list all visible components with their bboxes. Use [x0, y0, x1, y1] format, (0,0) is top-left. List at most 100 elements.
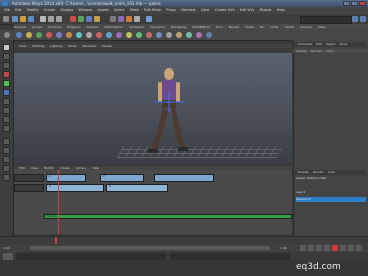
tab-nhair[interactable]: nHair	[271, 25, 279, 29]
trax-playhead[interactable]	[58, 170, 59, 234]
soft-mod-icon[interactable]	[3, 107, 10, 114]
shelf-key-icon[interactable]	[76, 32, 82, 38]
help-menu[interactable]: Help	[319, 176, 326, 180]
menu-window[interactable]: Window	[78, 8, 92, 12]
options-menu[interactable]: Options	[307, 176, 319, 180]
end-time-field[interactable]: 1.00	[280, 246, 287, 250]
tab-dynamics[interactable]: Dynamics	[150, 25, 165, 29]
tab-curves[interactable]: Curves	[32, 25, 42, 29]
select-tool-icon[interactable]	[3, 44, 10, 51]
show-menu[interactable]: Show	[339, 42, 347, 46]
attribute-editor-toggle-icon[interactable]	[352, 16, 358, 22]
rewind-icon[interactable]	[300, 245, 306, 251]
menu-color[interactable]: Color	[201, 8, 210, 12]
mode-dropdown-icon[interactable]	[3, 16, 9, 22]
save-scene-icon[interactable]	[28, 16, 34, 22]
preferences-icon[interactable]	[356, 245, 362, 251]
tab-muscle[interactable]: Muscle	[229, 25, 239, 29]
shelf-cylinder-icon[interactable]	[36, 32, 42, 38]
tab-anim[interactable]: Anim	[326, 49, 334, 53]
single-perspective-layout-icon[interactable]	[3, 138, 10, 145]
command-input[interactable]	[16, 253, 166, 260]
minimize-button[interactable]	[343, 1, 350, 6]
snap-curve-icon[interactable]	[78, 16, 84, 22]
shelf-menu-icon[interactable]	[4, 32, 10, 38]
tab-animation[interactable]: Animation	[129, 25, 144, 29]
four-view-layout-icon[interactable]	[3, 147, 10, 154]
render-icon[interactable]	[118, 16, 124, 22]
new-scene-icon[interactable]	[12, 16, 18, 22]
shelf-dope-icon[interactable]	[176, 32, 182, 38]
tab-rendering[interactable]: Rendering	[171, 25, 186, 29]
shelf-script-icon[interactable]	[206, 32, 212, 38]
trax-clip[interactable]	[154, 174, 214, 182]
tab-fur[interactable]: Fur	[260, 25, 265, 29]
layer-item-selected[interactable]: BaseAnim	[296, 197, 366, 202]
tab-render[interactable]: Render	[311, 49, 322, 53]
shelf-plane-icon[interactable]	[56, 32, 62, 38]
last-tool-icon[interactable]	[3, 125, 10, 132]
menu-create-uvs[interactable]: Create UVs	[215, 8, 235, 12]
perspective-viewport[interactable]	[14, 44, 292, 164]
shelf-skin-icon[interactable]	[106, 32, 112, 38]
layers-menu[interactable]: Layers	[296, 176, 306, 180]
menu-display[interactable]: Display	[60, 8, 73, 12]
history-icon[interactable]	[110, 16, 116, 22]
snap-point-icon[interactable]	[86, 16, 92, 22]
menu-edit[interactable]: Edit	[15, 8, 22, 12]
render-settings-icon[interactable]	[134, 16, 140, 22]
persp-graph-layout-icon[interactable]	[3, 165, 10, 172]
trax-clip[interactable]: 1	[46, 184, 104, 192]
shelf-blend-icon[interactable]	[116, 32, 122, 38]
shelf-joint-icon[interactable]	[86, 32, 92, 38]
tab-painteffects[interactable]: PaintEffects	[192, 25, 210, 29]
shelf-cone-icon[interactable]	[46, 32, 52, 38]
persp-outliner-layout-icon[interactable]	[3, 156, 10, 163]
tab-polygons[interactable]: Polygons	[67, 25, 80, 29]
open-scene-icon[interactable]	[20, 16, 26, 22]
shelf-light-icon[interactable]	[126, 32, 132, 38]
menu-help[interactable]: Help	[277, 8, 285, 12]
ipr-render-icon[interactable]	[126, 16, 132, 22]
layer-tab-render[interactable]: Render	[313, 170, 324, 174]
shelf-camera-icon[interactable]	[136, 32, 142, 38]
trax-clip[interactable]: 2	[106, 184, 168, 192]
auto-key-icon[interactable]	[332, 245, 338, 251]
tab-xgen[interactable]: XGen	[318, 25, 326, 29]
object-menu[interactable]: Object	[326, 42, 336, 46]
menu-modify[interactable]: Modify	[27, 8, 39, 12]
universal-manipulator-icon[interactable]	[3, 98, 10, 105]
shelf-ik-icon[interactable]	[96, 32, 102, 38]
channels-menu[interactable]: Channels	[298, 42, 312, 46]
channel-box-toggle-icon[interactable]	[360, 16, 366, 22]
step-forward-icon[interactable]	[340, 245, 346, 251]
select-component-icon[interactable]	[56, 16, 62, 22]
close-button[interactable]	[359, 1, 366, 6]
show-manipulator-icon[interactable]	[3, 116, 10, 123]
menu-edit-mesh[interactable]: Edit Mesh	[144, 8, 161, 12]
shelf-sphere-icon[interactable]	[16, 32, 22, 38]
menu-muscle[interactable]: Muscle	[259, 8, 271, 12]
trax-clip[interactable]: 2	[100, 174, 144, 182]
input-line-icon[interactable]	[146, 16, 152, 22]
range-bar[interactable]	[30, 246, 270, 250]
scale-tool-icon[interactable]	[3, 89, 10, 96]
menu-file[interactable]: File	[4, 8, 10, 12]
trax-editor[interactable]: 1 2 1 2 Sound	[14, 170, 292, 234]
play-forward-icon[interactable]	[324, 245, 330, 251]
select-object-icon[interactable]	[48, 16, 54, 22]
menu-normals[interactable]: Normals	[181, 8, 196, 12]
start-time-field[interactable]: 1.00	[3, 246, 10, 250]
sound-clip[interactable]: Sound	[44, 214, 292, 219]
layer-tab-anim[interactable]: Anim	[328, 170, 336, 174]
layer-item[interactable]: layer1	[296, 190, 366, 195]
tab-deformation[interactable]: Deformation	[104, 25, 123, 29]
tab-display[interactable]: Display	[296, 49, 307, 53]
tab-custom[interactable]: Custom	[300, 25, 312, 29]
menu-select[interactable]: Select	[114, 8, 125, 12]
move-tool-icon[interactable]	[3, 71, 10, 78]
shelf-cube-icon[interactable]	[26, 32, 32, 38]
trax-clip[interactable]: 1	[46, 174, 86, 182]
tab-fluids[interactable]: Fluids	[245, 25, 254, 29]
tab-ncloth[interactable]: nCloth	[285, 25, 295, 29]
